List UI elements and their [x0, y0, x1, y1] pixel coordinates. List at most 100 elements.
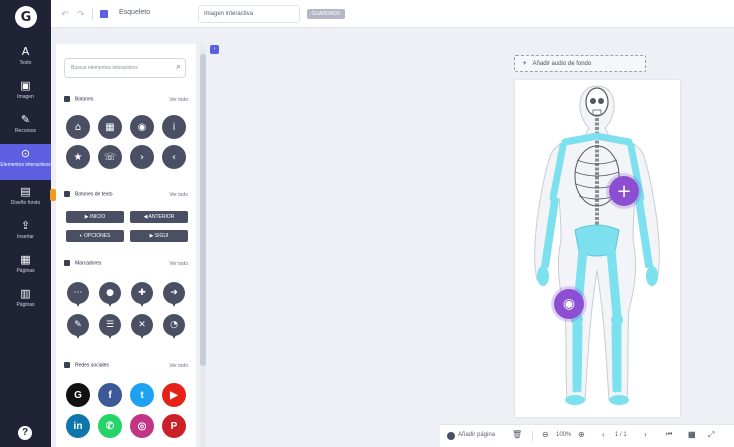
toolbar-divider [532, 431, 533, 441]
text-button-start[interactable]: ▶ INICIO [66, 211, 124, 223]
rail-label: Páginas [16, 302, 35, 308]
rail-item-image[interactable]: ▣ Imagen [0, 76, 51, 108]
instagram-icon[interactable]: ◎ [130, 414, 154, 438]
text-icon: A [21, 45, 30, 58]
canvas-page[interactable]: + ◉ [515, 80, 680, 417]
rail-label: Elementos interactivos [0, 162, 51, 168]
twitter-icon[interactable]: t [130, 383, 154, 407]
rail-label: Páginas [16, 268, 35, 274]
rail-label: Recursos [14, 128, 37, 134]
pin-tail [107, 301, 113, 307]
youtube-icon[interactable]: ▶ [162, 383, 186, 407]
pin-tail [75, 301, 81, 307]
type-select[interactable]: Imagen interactiva [198, 5, 300, 23]
see-all-link[interactable]: Ver todo [169, 192, 188, 198]
text-button-next[interactable]: ▶ SIGUI [130, 230, 188, 242]
pin-tail [171, 301, 177, 307]
pin-tail [107, 333, 113, 339]
pin-marker-icon[interactable]: ● [99, 282, 121, 308]
eye-hotspot-icon[interactable]: ◉ [554, 289, 584, 319]
search-placeholder: Buscar elementos interactivos [71, 65, 138, 71]
prev-page-icon[interactable]: ‹ [602, 430, 605, 439]
text-button-previous[interactable]: ◀ ANTERIOR [130, 211, 188, 223]
saved-badge: GUARDADO [307, 9, 345, 19]
pin-bubble-icon[interactable]: ◔ [163, 314, 185, 340]
pin-cross-icon[interactable]: ✚ [131, 282, 153, 308]
see-all-link[interactable]: Ver todo [169, 97, 188, 103]
text-button-options[interactable]: ◐ OPCIONES [66, 230, 124, 242]
section-title: Botones [75, 96, 94, 103]
pin-chat-icon[interactable]: ☰ [99, 314, 121, 340]
buttons-section-icon [64, 96, 70, 102]
toolbar-divider [92, 8, 93, 20]
project-title[interactable]: Esqueleto [119, 9, 150, 16]
rail-item-pages-list[interactable]: ▥ Páginas [0, 284, 51, 316]
section-title: Marcadores [75, 260, 102, 267]
help-icon[interactable]: ? [18, 426, 32, 440]
zoom-out-icon[interactable]: ⊖ [542, 430, 549, 439]
whatsapp-icon[interactable]: ✆ [98, 414, 122, 438]
pin-arrow-icon[interactable]: ➜ [163, 282, 185, 308]
rail-label: Insertar [17, 234, 34, 240]
pin-close-icon[interactable]: ✕ [131, 314, 153, 340]
rail-item-text[interactable]: A Texto [0, 42, 51, 74]
plus-icon: + [523, 61, 527, 67]
grid-icon[interactable]: ▦ [98, 115, 122, 139]
facebook-icon[interactable]: f [98, 383, 122, 407]
next-page-icon[interactable]: › [644, 430, 647, 439]
plus-hotspot-icon[interactable]: + [609, 176, 639, 206]
add-page-button[interactable]: Añadir página [458, 432, 495, 438]
search-input[interactable]: Buscar elementos interactivos ⌕ [64, 58, 186, 78]
left-rail: G A Texto ▣ Imagen ✎ Recursos ⊙ Elemento… [0, 0, 51, 447]
logo-letter: G [20, 9, 32, 25]
app-logo[interactable]: G [15, 6, 37, 28]
bottom-toolbar: Añadir página 🗑 ⊖ 100% ⊕ ‹ 1 / 1 › ⏮ ▦ ⤢ [440, 424, 734, 447]
section-social-header: Redes sociales Ver todo [64, 362, 188, 372]
rail-label: Diseño fondo [10, 200, 41, 206]
canvas-toggle-icon[interactable]: › [210, 45, 219, 54]
search-icon: ⌕ [175, 62, 181, 72]
pin-edit-icon[interactable]: ✎ [67, 314, 89, 340]
undo-icon[interactable]: ↶ [61, 9, 71, 19]
star-icon[interactable]: ★ [66, 145, 90, 169]
section-title: Botones de texto [75, 191, 113, 198]
trash-icon[interactable]: 🗑 [512, 430, 522, 439]
genially-icon[interactable]: G [66, 383, 90, 407]
add-page-icon[interactable] [447, 432, 455, 440]
redo-icon[interactable]: ↷ [77, 9, 87, 19]
pinterest-icon[interactable]: P [162, 414, 186, 438]
social-section-icon [64, 362, 70, 368]
app-root: G A Texto ▣ Imagen ✎ Recursos ⊙ Elemento… [0, 0, 734, 447]
rail-item-interactive-elements[interactable]: ⊙ Elementos interactivos [0, 144, 51, 180]
skeleton-illustration [534, 85, 660, 405]
pages-list-icon: ▥ [20, 287, 31, 300]
zoom-in-icon[interactable]: ⊕ [578, 430, 585, 439]
pin-tail [171, 333, 177, 339]
linkedin-icon[interactable]: in [66, 414, 90, 438]
section-title: Redes sociales [75, 362, 109, 369]
fullscreen-icon[interactable]: ⤢ [708, 430, 714, 440]
rail-item-backgrounds[interactable]: ▤ Diseño fondo [0, 182, 51, 214]
info-icon[interactable]: i [162, 115, 186, 139]
prev-icon[interactable]: ‹ [162, 145, 186, 169]
next-icon[interactable]: › [130, 145, 154, 169]
see-all-link[interactable]: Ver todo [169, 363, 188, 369]
grid-view-icon[interactable]: ▦ [688, 430, 696, 439]
image-icon: ▣ [20, 79, 31, 92]
rail-item-resources[interactable]: ✎ Recursos [0, 110, 51, 142]
see-all-link[interactable]: Ver todo [169, 261, 188, 267]
phone-icon[interactable]: ☏ [98, 145, 122, 169]
rail-item-pages[interactable]: ▦ Páginas [0, 250, 51, 282]
rail-label: Imagen [17, 94, 34, 100]
markers-section-icon [64, 260, 70, 266]
add-background-audio-button[interactable]: + Añadir audio de fondo [514, 55, 646, 72]
bg-audio-label: Añadir audio de fondo [532, 61, 592, 67]
pin-tail [139, 333, 145, 339]
pin-dots-icon[interactable]: ⋯ [67, 282, 89, 308]
eye-icon[interactable]: ◉ [130, 115, 154, 139]
section-text-buttons-header: Botones de texto Ver todo [64, 191, 188, 201]
first-page-icon[interactable]: ⏮ [666, 431, 672, 439]
rail-item-insert[interactable]: ⇪ Insertar [0, 216, 51, 248]
home-icon[interactable]: ⌂ [66, 115, 90, 139]
project-color-icon [100, 10, 108, 18]
